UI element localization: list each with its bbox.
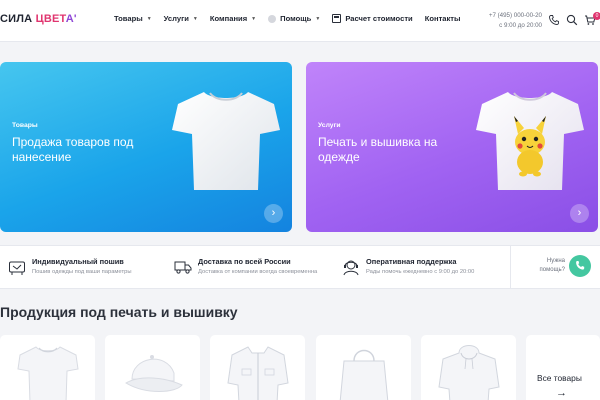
main-nav: Товары ▼ Услуги ▼ Компания ▼ Помощь ▼ Расчет… [114, 14, 473, 23]
printed-tshirt-image [476, 92, 584, 190]
hoodie-icon [437, 345, 500, 400]
chevron-down-icon: ▼ [251, 15, 257, 22]
chevron-right-icon[interactable]: › [264, 204, 283, 223]
callback-icon[interactable] [548, 14, 560, 26]
sewing-icon [9, 261, 25, 275]
product-card-hoodie[interactable] [421, 335, 516, 400]
nav-item-products[interactable]: Товары ▼ [114, 14, 152, 23]
product-card-tshirt[interactable] [0, 335, 95, 400]
bag-icon [339, 349, 388, 400]
phone-block: +7 (495) 000-00-20 с 9:00 до 20:00 [486, 11, 542, 31]
banner-tag: Услуги [318, 122, 341, 129]
phone-number[interactable]: +7 (495) 000-00-20 [486, 11, 542, 21]
product-card-bag[interactable] [316, 335, 411, 400]
product-card-jacket[interactable] [210, 335, 305, 400]
jacket-icon [226, 346, 289, 400]
arrow-right-icon: → [556, 387, 567, 399]
tshirt-image [172, 92, 280, 190]
search-icon[interactable] [566, 14, 578, 26]
tshirt-icon [16, 346, 79, 400]
product-card-cap[interactable] [105, 335, 200, 400]
banner-title[interactable]: Печать и вышивка на одежде [318, 135, 468, 165]
help-call-button[interactable] [569, 255, 591, 277]
chevron-down-icon: ▼ [192, 15, 198, 22]
chevron-down-icon: ▼ [315, 15, 321, 22]
banner-tag: Товары [12, 122, 38, 129]
all-products-link[interactable]: Все товары → [526, 335, 600, 400]
chevron-down-icon: ▼ [146, 15, 152, 22]
banner-title[interactable]: Продажа товаров под нанесение [12, 135, 162, 165]
all-products-label: Все товары [537, 373, 582, 383]
cap-icon [124, 355, 183, 392]
nav-item-contacts[interactable]: Контакты [425, 14, 461, 23]
site-logo[interactable]: СИЛА ЦВЕТА' [0, 13, 77, 25]
site-header: СИЛА ЦВЕТА' Товары ▼ Услуги ▼ Компания ▼ По… [0, 0, 600, 42]
phone-icon [576, 261, 585, 270]
nav-item-price-calc[interactable]: Расчет стоимости [332, 14, 413, 23]
truck-icon [174, 261, 192, 274]
nav-item-company[interactable]: Компания ▼ [210, 14, 256, 23]
nav-item-services[interactable]: Услуги ▼ [164, 14, 198, 23]
need-help-block: Нужна помощь? [510, 245, 600, 289]
section-title: Продукция под печать и вышивку [0, 304, 238, 320]
banner-products[interactable]: Товары Продажа товаров под нанесение › [0, 62, 292, 232]
banner-services[interactable]: Услуги Печать и вышивка на одежде › [306, 62, 598, 232]
help-icon [268, 14, 277, 23]
calculator-icon [332, 14, 342, 23]
cart-count-badge: 0 [593, 12, 600, 20]
nav-item-help[interactable]: Помощь ▼ [268, 14, 320, 23]
chevron-right-icon[interactable]: › [570, 204, 589, 223]
support-icon [343, 260, 359, 276]
need-help-label: Нужна помощь? [539, 258, 565, 273]
product-categories: Все товары → [0, 335, 600, 400]
working-hours: с 9:00 до 20:00 [499, 22, 542, 29]
